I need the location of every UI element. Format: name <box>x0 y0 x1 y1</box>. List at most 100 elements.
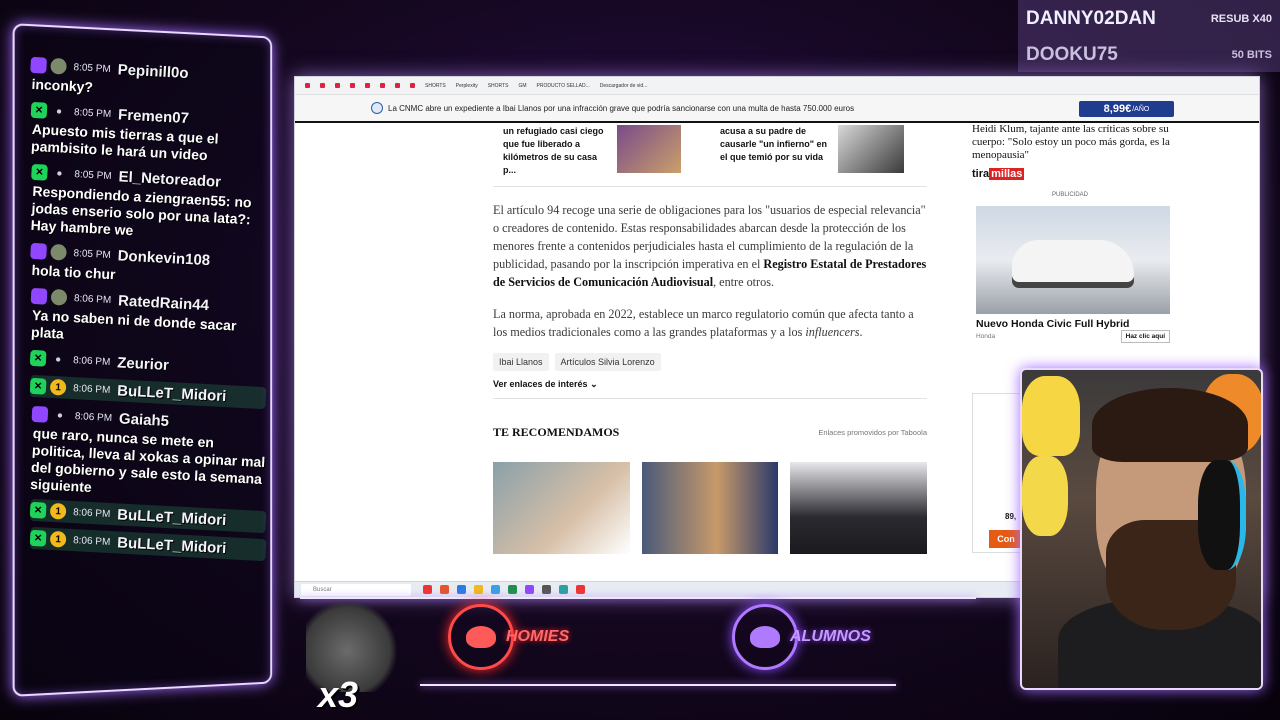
secondary-ad[interactable]: 89, Con <box>972 393 1023 553</box>
tiramillas-logo[interactable]: tira millas <box>972 168 1172 180</box>
secondary-ad-button[interactable]: Con <box>989 530 1023 548</box>
chat-message-header: ✕ 1 8:06 PM BuLLeT_Midori <box>29 527 267 561</box>
user-icon: ● <box>54 353 62 365</box>
bookmark-item[interactable]: Perplexity <box>456 83 478 89</box>
breaking-news-bar[interactable]: La CNMC abre un expediente a Ibai Llanos… <box>295 95 1259 123</box>
related-articles: un refugiado casi ciego que fue liberado… <box>493 125 927 187</box>
user-icon: ● <box>56 409 64 421</box>
taboola-sponsor[interactable]: Enlaces promovidos por Taboola <box>818 428 927 437</box>
avatar-icon <box>50 243 67 261</box>
logo-part-b: millas <box>989 168 1025 180</box>
webcam-feed <box>1020 368 1263 690</box>
sidebar-headline[interactable]: Heidi Klum, tajante ante las críticas so… <box>972 123 1172 162</box>
bookmark-favicon[interactable] <box>365 83 370 88</box>
chat-username[interactable]: Pepinill0o <box>117 61 189 82</box>
logo-part-a: tira <box>972 168 990 180</box>
ad-cta-button[interactable]: Haz clic aquí <box>1120 330 1170 343</box>
alumnos-label: ALUMNOS <box>790 628 871 645</box>
user-icon: ● <box>56 167 63 179</box>
links-of-interest-toggle[interactable]: Ver enlaces de interés ⌄ <box>493 379 927 399</box>
app-icon[interactable] <box>491 585 500 594</box>
sidebar: Heidi Klum, tajante ante las críticas so… <box>972 123 1172 553</box>
chat-message-text: Respondiendo a ziengraen55: no jodas ens… <box>30 182 252 239</box>
ad-brand: Honda <box>976 333 996 340</box>
recommended-card-image[interactable] <box>641 462 779 554</box>
chat-username[interactable]: BuLLeT_Midori <box>117 382 227 405</box>
kick-icon: ✕ <box>30 101 48 119</box>
chat-username[interactable]: BuLLeT_Midori <box>117 534 227 557</box>
chat-username[interactable]: Zeurior <box>117 354 170 374</box>
twitch-icon <box>30 56 48 74</box>
kick-icon: ✕ <box>29 349 47 367</box>
chat-username[interactable]: Fremen07 <box>118 106 190 127</box>
related-article-image[interactable] <box>838 125 904 173</box>
ad-title[interactable]: Nuevo Honda Civic Full Hybrid <box>976 318 1172 330</box>
price-value: 8,99€ <box>1103 103 1132 115</box>
recommended-card-image[interactable] <box>493 462 630 554</box>
sub-icon: 1 <box>49 502 67 520</box>
chat-timestamp: 8:06 PM <box>72 506 111 520</box>
bookmark-item[interactable]: SHORTS <box>425 83 446 89</box>
bookmark-favicon[interactable] <box>320 83 325 88</box>
secondary-ad-price: 89, <box>1005 512 1017 521</box>
chat-message-text: que raro, nunca se mete en politica, lle… <box>29 424 266 496</box>
bookmark-item[interactable]: Descargador de vid... <box>600 83 648 89</box>
app-icon[interactable] <box>559 585 568 594</box>
app-icon[interactable] <box>440 585 449 594</box>
related-article[interactable]: un refugiado casi ciego que fue liberado… <box>493 125 710 186</box>
subscribe-price-button[interactable]: 8,99€/AÑO <box>1079 101 1174 117</box>
ad-label: PUBLICIDAD <box>1051 192 1088 198</box>
bookmark-item[interactable]: GM <box>518 83 526 89</box>
related-article-title[interactable]: un refugiado casi ciego que fue liberado… <box>493 125 611 186</box>
taskbar-search[interactable]: Buscar <box>301 583 411 596</box>
sub-alert-box: DANNY02DAN RESUB X40 DOOKU75 50 BITS <box>1018 0 1280 72</box>
bookmark-favicon[interactable] <box>335 83 340 88</box>
chat-timestamp: 8:06 PM <box>72 534 111 548</box>
chat-username[interactable]: Gaiah5 <box>119 410 170 430</box>
bookmark-item[interactable]: PRODUCTO SELLAD... <box>537 83 590 89</box>
app-icon[interactable] <box>457 585 466 594</box>
related-article-title[interactable]: acusa a su padre de causarle "un infiern… <box>710 125 828 186</box>
kick-icon: ✕ <box>29 501 47 519</box>
sub-name-top: DANNY02DAN <box>1026 8 1156 29</box>
bookmark-favicon[interactable] <box>395 83 400 88</box>
twitch-icon <box>31 405 49 423</box>
chat-message: ✕ 1 8:06 PM BuLLeT_Midori <box>29 526 267 562</box>
globe-icon <box>371 102 383 114</box>
chevron-down-icon: ⌄ <box>590 379 598 389</box>
app-icon[interactable] <box>508 585 517 594</box>
chat-timestamp: 8:06 PM <box>73 292 112 306</box>
sub-tag-second: 50 BITS <box>1231 49 1272 61</box>
app-icon[interactable] <box>474 585 483 594</box>
chat-username[interactable]: Donkevin108 <box>117 247 210 269</box>
app-icon[interactable] <box>525 585 534 594</box>
alumnos-logo: ALUMNOS <box>732 604 871 670</box>
related-article[interactable]: acusa a su padre de causarle "un infiern… <box>710 125 927 186</box>
avatar-icon <box>50 57 67 75</box>
ad-image[interactable] <box>976 206 1170 314</box>
related-article-image[interactable] <box>617 125 681 173</box>
links-label: Ver enlaces de interés <box>493 379 588 389</box>
chat-username[interactable]: El_Netoreador <box>118 168 221 190</box>
app-icon[interactable] <box>423 585 432 594</box>
user-icon: ● <box>55 105 63 117</box>
chat-message: 8:05 PM Pepinill0o inconky? <box>29 54 267 105</box>
bookmark-favicon[interactable] <box>350 83 355 88</box>
bookmark-favicon[interactable] <box>305 83 310 88</box>
chat-username[interactable]: RatedRain44 <box>118 292 210 314</box>
chat-username[interactable]: BuLLeT_Midori <box>117 506 227 529</box>
app-icon[interactable] <box>576 585 585 594</box>
tag-chip[interactable]: Artículos Silvia Lorenzo <box>554 353 661 371</box>
bookmark-item[interactable]: SHORTS <box>488 83 509 89</box>
app-icon[interactable] <box>542 585 551 594</box>
chat-timestamp: 8:05 PM <box>73 247 112 261</box>
tag-chip[interactable]: Ibai Llanos <box>493 353 549 371</box>
recommended-card-image[interactable] <box>790 462 928 554</box>
kick-icon: ✕ <box>31 163 48 181</box>
bookmarks-bar: SHORTS Perplexity SHORTS GM PRODUCTO SELLAD.… <box>295 77 1259 95</box>
alumnos-emblem-icon <box>732 604 798 670</box>
paragraph-text: , entre otros. <box>713 275 774 289</box>
car-image <box>1012 240 1134 282</box>
bookmark-favicon[interactable] <box>380 83 385 88</box>
bookmark-favicon[interactable] <box>410 83 415 88</box>
